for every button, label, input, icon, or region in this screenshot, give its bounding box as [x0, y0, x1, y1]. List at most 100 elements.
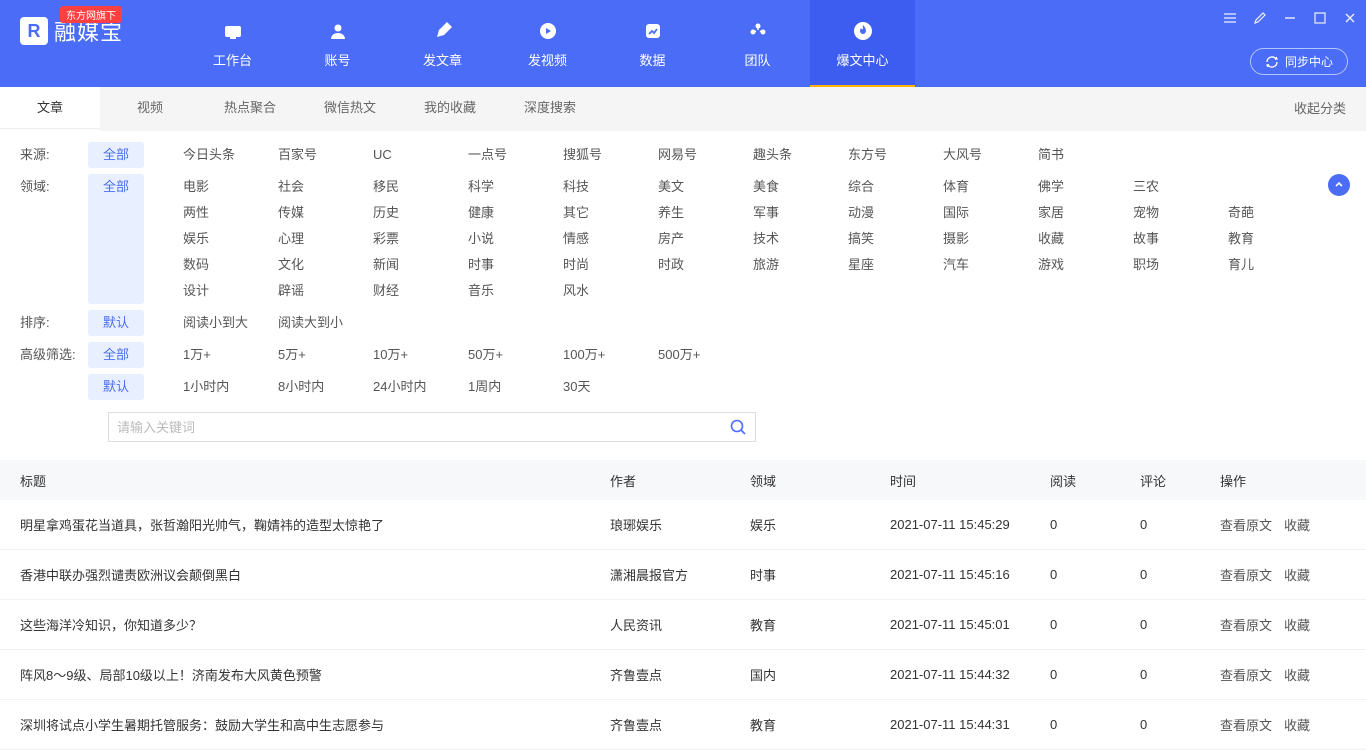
filter-option[interactable]: 趣头条 — [753, 142, 848, 168]
cell-title[interactable]: 这些海洋冷知识，你知道多少？ — [20, 615, 610, 634]
filter-option[interactable]: 情感 — [563, 226, 658, 252]
filter-option[interactable]: 搜狐号 — [563, 142, 658, 168]
filter-option[interactable]: 1万+ — [183, 342, 278, 368]
nav-workbench[interactable]: 工作台 — [180, 0, 285, 88]
favorite-link[interactable]: 收藏 — [1284, 665, 1310, 684]
filter-option[interactable]: 星座 — [848, 252, 943, 278]
filter-option[interactable]: UC — [373, 142, 468, 168]
cell-title[interactable]: 明星拿鸡蛋花当道具，张哲瀚阳光帅气，鞠婧祎的造型太惊艳了 — [20, 515, 610, 534]
search-icon[interactable] — [729, 418, 747, 436]
filter-option-selected[interactable]: 全部 — [88, 174, 144, 304]
filter-option[interactable]: 10万+ — [373, 342, 468, 368]
filter-option[interactable]: 佛学 — [1038, 174, 1133, 200]
filter-option[interactable]: 动漫 — [848, 200, 943, 226]
filter-option[interactable]: 5万+ — [278, 342, 373, 368]
filter-option[interactable]: 数码 — [183, 252, 278, 278]
filter-option[interactable]: 电影 — [183, 174, 278, 200]
filter-option[interactable]: 时政 — [658, 252, 753, 278]
filter-option[interactable]: 文化 — [278, 252, 373, 278]
filter-option[interactable]: 娱乐 — [183, 226, 278, 252]
filter-option[interactable]: 军事 — [753, 200, 848, 226]
filter-option-selected[interactable]: 全部 — [88, 342, 144, 368]
filter-option[interactable]: 时事 — [468, 252, 563, 278]
filter-option[interactable]: 设计 — [183, 278, 278, 304]
collapse-domain-icon[interactable] — [1328, 174, 1350, 196]
tab-hot-agg[interactable]: 热点聚合 — [200, 87, 300, 131]
filter-option[interactable]: 育儿 — [1228, 252, 1323, 278]
filter-option[interactable]: 小说 — [468, 226, 563, 252]
minimize-icon[interactable] — [1282, 10, 1298, 26]
filter-option[interactable]: 科技 — [563, 174, 658, 200]
cell-title[interactable]: 香港中联办强烈谴责欧洲议会颠倒黑白 — [20, 565, 610, 584]
filter-option[interactable]: 阅读小到大 — [183, 310, 278, 336]
maximize-icon[interactable] — [1312, 10, 1328, 26]
tab-deep-search[interactable]: 深度搜索 — [500, 87, 600, 131]
filter-option[interactable]: 体育 — [943, 174, 1038, 200]
filter-option[interactable]: 风水 — [563, 278, 658, 304]
filter-option-selected[interactable]: 默认 — [88, 310, 144, 336]
filter-option[interactable]: 传媒 — [278, 200, 373, 226]
filter-option[interactable]: 宠物 — [1133, 200, 1228, 226]
sync-button[interactable]: 同步中心 — [1250, 48, 1348, 75]
favorite-link[interactable]: 收藏 — [1284, 715, 1310, 734]
nav-hot-center[interactable]: 爆文中心 — [810, 0, 915, 88]
filter-option[interactable]: 科学 — [468, 174, 563, 200]
favorite-link[interactable]: 收藏 — [1284, 615, 1310, 634]
filter-option[interactable]: 职场 — [1133, 252, 1228, 278]
filter-option[interactable]: 100万+ — [563, 342, 658, 368]
filter-option[interactable]: 24小时内 — [373, 374, 468, 400]
filter-option[interactable]: 历史 — [373, 200, 468, 226]
tab-my-fav[interactable]: 我的收藏 — [400, 87, 500, 131]
nav-team[interactable]: 团队 — [705, 0, 810, 88]
filter-option[interactable]: 收藏 — [1038, 226, 1133, 252]
filter-option[interactable]: 搞笑 — [848, 226, 943, 252]
nav-account[interactable]: 账号 — [285, 0, 390, 88]
filter-option[interactable]: 健康 — [468, 200, 563, 226]
view-original-link[interactable]: 查看原文 — [1220, 665, 1272, 684]
filter-option[interactable]: 汽车 — [943, 252, 1038, 278]
tab-wechat-hot[interactable]: 微信热文 — [300, 87, 400, 131]
filter-option[interactable]: 摄影 — [943, 226, 1038, 252]
filter-option[interactable]: 游戏 — [1038, 252, 1133, 278]
filter-option-selected[interactable]: 全部 — [88, 142, 144, 168]
close-icon[interactable] — [1342, 10, 1358, 26]
menu-icon[interactable] — [1222, 10, 1238, 26]
view-original-link[interactable]: 查看原文 — [1220, 565, 1272, 584]
search-input[interactable] — [117, 420, 729, 435]
filter-option[interactable]: 新闻 — [373, 252, 468, 278]
view-original-link[interactable]: 查看原文 — [1220, 515, 1272, 534]
filter-option[interactable]: 两性 — [183, 200, 278, 226]
filter-option[interactable]: 国际 — [943, 200, 1038, 226]
filter-option[interactable]: 奇葩 — [1228, 200, 1323, 226]
filter-option[interactable]: 美文 — [658, 174, 753, 200]
nav-data[interactable]: 数据 — [600, 0, 705, 88]
filter-option[interactable]: 其它 — [563, 200, 658, 226]
filter-option[interactable]: 教育 — [1228, 226, 1323, 252]
favorite-link[interactable]: 收藏 — [1284, 565, 1310, 584]
cell-title[interactable]: 阵风8～9级、局部10级以上！济南发布大风黄色预警 — [20, 665, 610, 684]
filter-option[interactable]: 社会 — [278, 174, 373, 200]
filter-option[interactable]: 网易号 — [658, 142, 753, 168]
nav-post-video[interactable]: 发视频 — [495, 0, 600, 88]
filter-option[interactable]: 心理 — [278, 226, 373, 252]
filter-option[interactable]: 综合 — [848, 174, 943, 200]
filter-option[interactable]: 1周内 — [468, 374, 563, 400]
filter-option[interactable]: 房产 — [658, 226, 753, 252]
filter-option[interactable]: 阅读大到小 — [278, 310, 373, 336]
filter-option[interactable]: 移民 — [373, 174, 468, 200]
edit-icon[interactable] — [1252, 10, 1268, 26]
filter-option[interactable]: 旅游 — [753, 252, 848, 278]
filter-option[interactable]: 故事 — [1133, 226, 1228, 252]
cell-title[interactable]: 深圳将试点小学生暑期托管服务：鼓励大学生和高中生志愿参与 — [20, 715, 610, 734]
filter-option[interactable]: 美食 — [753, 174, 848, 200]
filter-option[interactable]: 50万+ — [468, 342, 563, 368]
filter-option[interactable]: 简书 — [1038, 142, 1133, 168]
filter-option[interactable]: 辟谣 — [278, 278, 373, 304]
filter-option[interactable]: 8小时内 — [278, 374, 373, 400]
filter-option-selected[interactable]: 默认 — [88, 374, 144, 400]
filter-option[interactable]: 东方号 — [848, 142, 943, 168]
filter-option[interactable]: 养生 — [658, 200, 753, 226]
filter-option[interactable]: 一点号 — [468, 142, 563, 168]
filter-option[interactable]: 音乐 — [468, 278, 563, 304]
filter-option[interactable]: 今日头条 — [183, 142, 278, 168]
